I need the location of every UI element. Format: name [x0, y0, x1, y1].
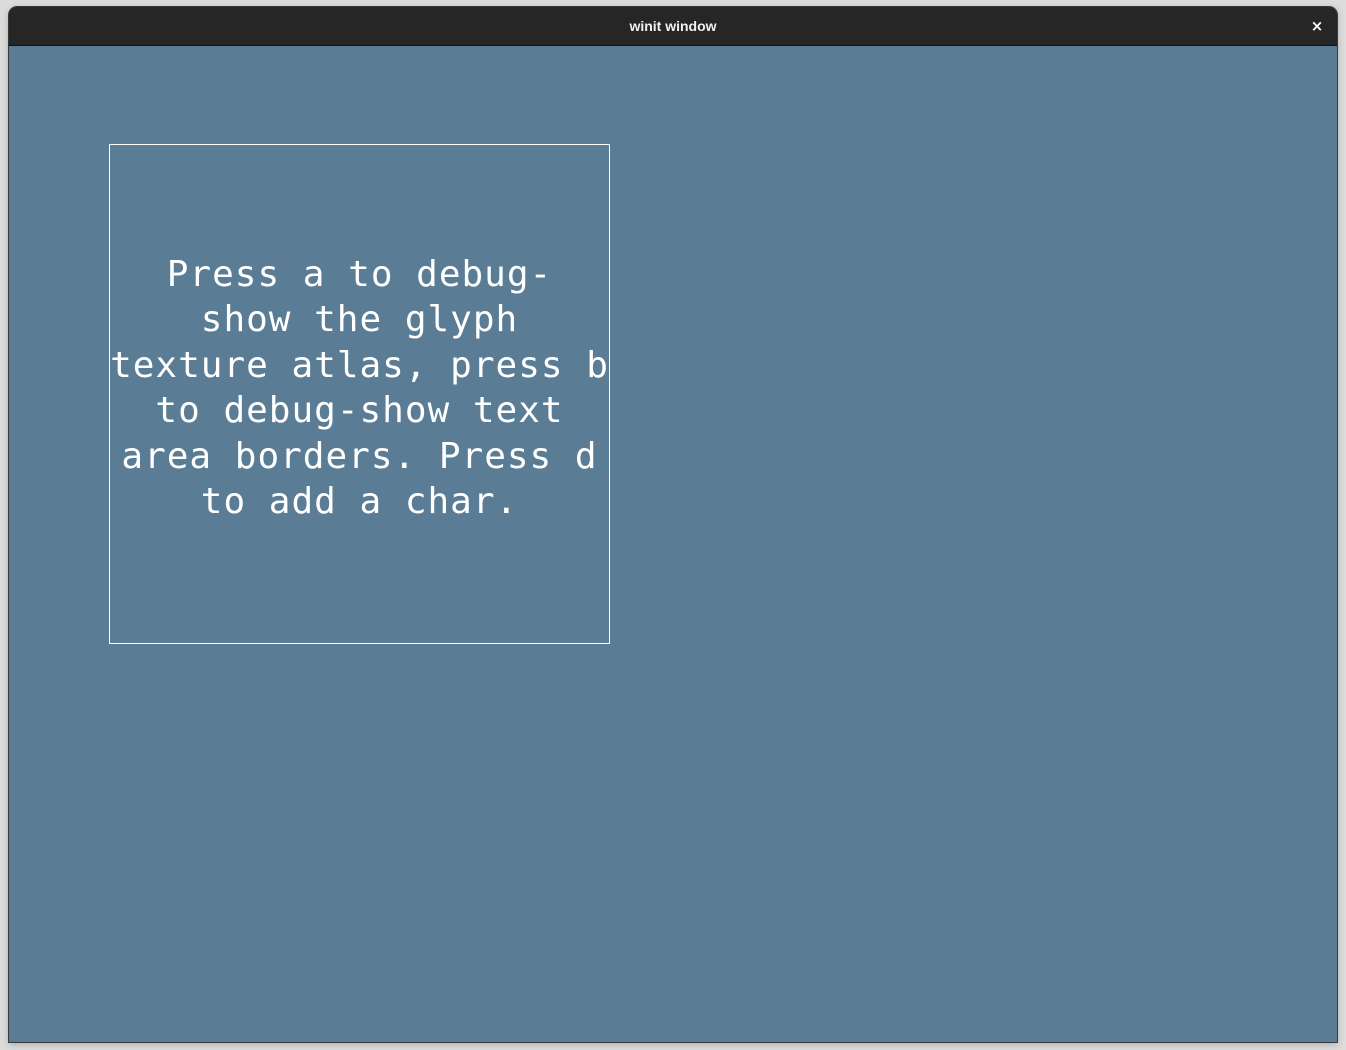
close-icon: × — [1310, 17, 1324, 35]
window-title: winit window — [629, 18, 717, 34]
text-area-border: Press a to debug- show the glyph texture… — [109, 144, 610, 644]
title-bar[interactable]: winit window × — [9, 7, 1337, 46]
app-window: winit window × Press a to debug- show th… — [9, 7, 1337, 1042]
instruction-text: Press a to debug- show the glyph texture… — [110, 253, 609, 523]
render-canvas[interactable]: Press a to debug- show the glyph texture… — [9, 46, 1337, 1042]
close-button[interactable]: × — [1305, 14, 1329, 38]
